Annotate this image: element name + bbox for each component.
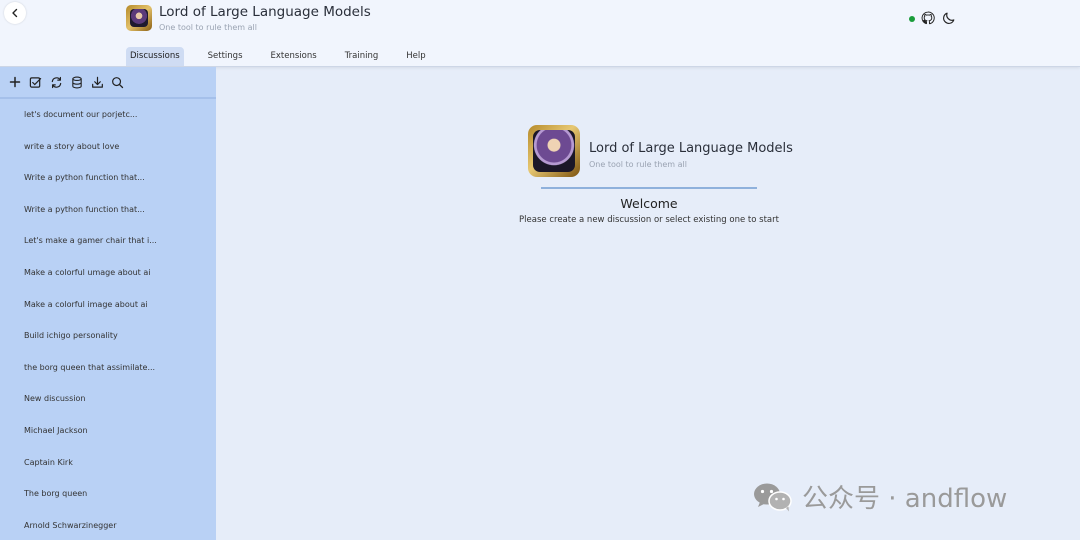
- discussion-item[interactable]: Make a colorful umage about ai: [0, 257, 216, 289]
- app-subtitle: One tool to rule them all: [159, 23, 257, 32]
- github-icon[interactable]: [921, 11, 935, 25]
- back-arrow-icon: [12, 8, 18, 18]
- discussion-item[interactable]: Michael Jackson: [0, 415, 216, 447]
- database-icon: [71, 76, 82, 88]
- wechat-icon: [754, 483, 792, 511]
- export-button[interactable]: [90, 75, 104, 89]
- tab-help[interactable]: Help: [402, 47, 429, 66]
- connection-status-indicator: [909, 16, 915, 22]
- watermark-text: 公众号 · andflow: [802, 484, 1008, 514]
- watermark: 公众号 · andflow: [752, 478, 1007, 515]
- welcome-app-subtitle: One tool to rule them all: [589, 160, 687, 169]
- sidebar: let's document our porjetc... write a st…: [0, 67, 216, 540]
- download-icon: [91, 76, 103, 88]
- search-icon: [112, 76, 124, 88]
- refresh-icon: [51, 76, 61, 88]
- discussion-item[interactable]: Let's make a gamer chair that i...: [0, 225, 216, 257]
- discussion-item[interactable]: The borg queen: [0, 478, 216, 510]
- discussion-item[interactable]: Build ichigo personality: [0, 320, 216, 352]
- main-content: Lord of Large Language Models One tool t…: [216, 67, 1080, 540]
- top-header: Lord of Large Language Models One tool t…: [0, 0, 1080, 67]
- discussion-item[interactable]: Arnold Schwarzinegger: [0, 510, 216, 540]
- app-title: Lord of Large Language Models: [159, 4, 371, 20]
- database-button[interactable]: [70, 75, 84, 89]
- welcome-logo: [528, 125, 580, 177]
- discussion-item[interactable]: write a story about love: [0, 131, 216, 163]
- discussion-item[interactable]: Make a colorful image about ai: [0, 289, 216, 321]
- tab-training[interactable]: Training: [341, 47, 383, 66]
- welcome-heading: Welcome: [620, 196, 678, 211]
- app-logo: [126, 5, 152, 31]
- tab-discussions[interactable]: Discussions: [126, 47, 184, 66]
- discussion-item[interactable]: the borg queen that assimilate...: [0, 352, 216, 384]
- discussion-item[interactable]: Write a python function that...: [0, 162, 216, 194]
- welcome-divider: [541, 187, 757, 189]
- check-square-icon: [29, 76, 42, 88]
- select-discussions-button[interactable]: [29, 75, 43, 89]
- moon-icon[interactable]: [942, 11, 956, 25]
- welcome-app-title: Lord of Large Language Models: [589, 141, 793, 156]
- welcome-message: Please create a new discussion or select…: [519, 215, 779, 225]
- search-button[interactable]: [111, 75, 125, 89]
- discussion-item[interactable]: Write a python function that...: [0, 194, 216, 226]
- new-discussion-button[interactable]: [8, 75, 22, 89]
- plus-icon: [9, 76, 21, 88]
- discussion-item[interactable]: Captain Kirk: [0, 447, 216, 479]
- main-tabs: Discussions Settings Extensions Training…: [126, 47, 450, 66]
- discussion-item[interactable]: New discussion: [0, 383, 216, 415]
- discussion-item[interactable]: let's document our porjetc...: [0, 99, 216, 131]
- sidebar-toolbar: [0, 67, 216, 99]
- refresh-button[interactable]: [49, 75, 63, 89]
- discussion-list: let's document our porjetc... write a st…: [0, 99, 216, 540]
- back-button[interactable]: [4, 2, 26, 24]
- tab-extensions[interactable]: Extensions: [267, 47, 321, 66]
- tab-settings[interactable]: Settings: [204, 47, 247, 66]
